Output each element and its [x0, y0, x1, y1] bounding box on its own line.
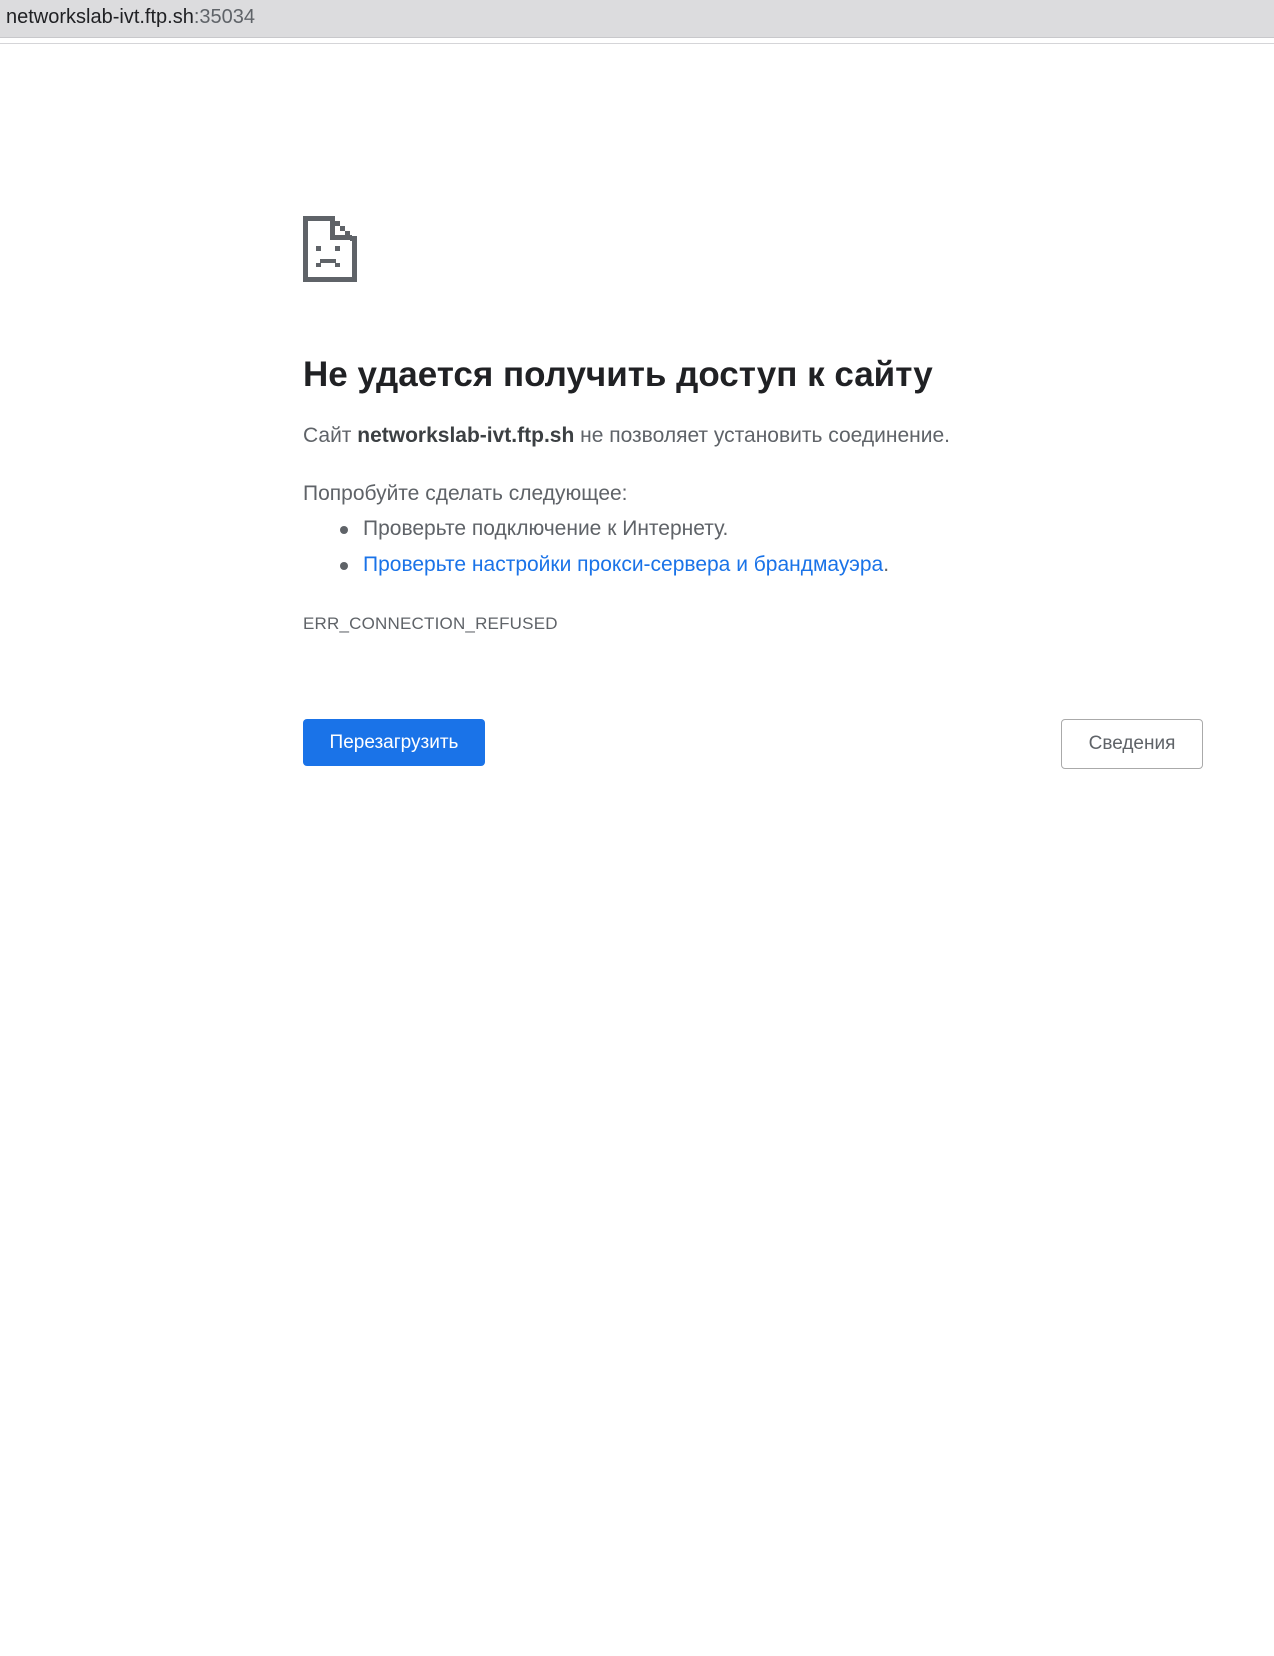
- suggestions-list: Проверьте подключение к Интернету. Прове…: [303, 514, 889, 586]
- suggestions-title: Попробуйте сделать следующее:: [303, 482, 628, 505]
- message-host: networkslab-ivt.ftp.sh: [357, 424, 575, 447]
- sad-document-icon: [303, 216, 357, 282]
- message-suffix: не позволяет установить соединение.: [574, 424, 950, 447]
- details-button[interactable]: Сведения: [1061, 719, 1203, 769]
- bullet-icon: [340, 526, 348, 534]
- proxy-firewall-settings-link[interactable]: Проверьте настройки прокси-сервера и бра…: [363, 553, 883, 576]
- address-bar-divider: [0, 43, 1274, 44]
- suggestion-period: .: [883, 553, 890, 576]
- bullet-icon: [340, 562, 348, 570]
- list-item: Проверьте подключение к Интернету.: [303, 514, 889, 550]
- address-bar[interactable]: networkslab-ivt.ftp.sh:35034: [0, 0, 1274, 38]
- list-item: Проверьте настройки прокси-сервера и бра…: [303, 550, 889, 586]
- url-host: networkslab-ivt.ftp.sh: [6, 6, 194, 28]
- connection-message: Сайт networkslab-ivt.ftp.sh не позволяет…: [303, 421, 950, 451]
- url-port: :35034: [193, 6, 256, 28]
- error-code: ERR_CONNECTION_REFUSED: [303, 614, 558, 633]
- message-prefix: Сайт: [303, 424, 358, 447]
- url-text[interactable]: networkslab-ivt.ftp.sh:35034: [6, 5, 255, 29]
- page-title: Не удается получить доступ к сайту: [303, 355, 933, 394]
- suggestion-text: Проверьте подключение к Интернету.: [363, 517, 729, 540]
- reload-button[interactable]: Перезагрузить: [303, 719, 485, 766]
